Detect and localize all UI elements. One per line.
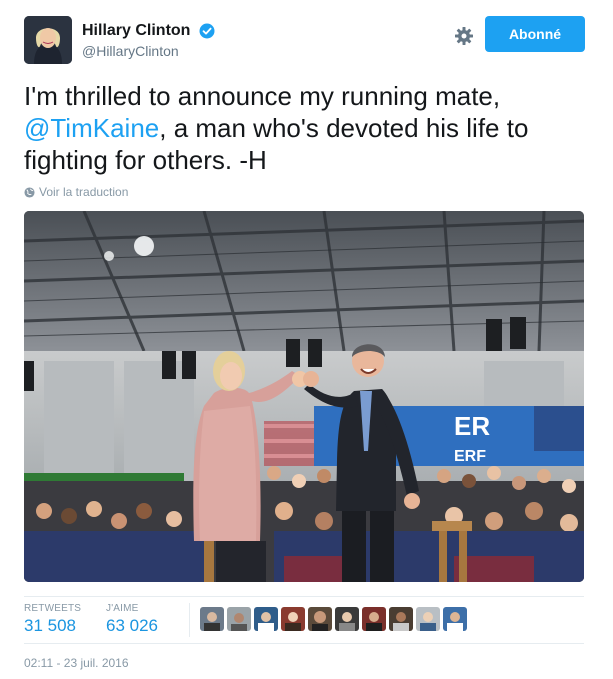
liker-avatar[interactable] <box>443 607 467 631</box>
liker-avatar[interactable] <box>281 607 305 631</box>
tweet-text: I'm thrilled to announce my running mate… <box>24 80 584 176</box>
follow-button[interactable]: Abonné <box>485 16 585 52</box>
gear-icon[interactable] <box>454 26 474 46</box>
liker-avatar[interactable] <box>335 607 359 631</box>
liker-avatar[interactable] <box>362 607 386 631</box>
user-name-block: Hillary Clinton @HillaryClinton <box>82 22 215 59</box>
likes-stat[interactable]: J'AIME 63 026 <box>106 603 158 636</box>
stats-divider <box>189 603 190 637</box>
photo-image: ER ERF <box>24 211 584 582</box>
likes-count: 63 026 <box>106 616 158 635</box>
likers-avatars <box>200 607 470 631</box>
tweet-timestamp[interactable]: 02:11 - 23 juil. 2016 <box>24 656 129 670</box>
avatar[interactable] <box>24 16 72 64</box>
user-handle[interactable]: @HillaryClinton <box>82 43 215 59</box>
mention-link[interactable]: @TimKaine <box>24 113 159 143</box>
banner-text: ER <box>454 411 490 441</box>
tweet-header: Hillary Clinton @HillaryClinton Abonné <box>24 16 589 66</box>
banner-text-2: ERF <box>454 448 486 465</box>
avatar-image <box>24 16 72 64</box>
tweet-text-before: I'm thrilled to announce my running mate… <box>24 81 501 111</box>
verified-badge-icon <box>199 23 215 39</box>
likes-label: J'AIME <box>106 603 139 614</box>
liker-avatar[interactable] <box>227 607 251 631</box>
liker-avatar[interactable] <box>200 607 224 631</box>
retweets-label: RETWEETS <box>24 603 82 614</box>
tweet-stats: RETWEETS 31 508 J'AIME 63 026 <box>24 596 584 644</box>
liker-avatar[interactable] <box>416 607 440 631</box>
liker-avatar[interactable] <box>254 607 278 631</box>
translate-link[interactable]: Voir la traduction <box>24 185 128 199</box>
translate-label: Voir la traduction <box>39 185 129 199</box>
tweet-photo[interactable]: ER ERF <box>24 211 584 582</box>
globe-icon <box>24 186 35 198</box>
retweets-count: 31 508 <box>24 616 76 635</box>
liker-avatar[interactable] <box>308 607 332 631</box>
display-name[interactable]: Hillary Clinton <box>82 22 190 40</box>
retweets-stat[interactable]: RETWEETS 31 508 <box>24 603 81 636</box>
liker-avatar[interactable] <box>389 607 413 631</box>
